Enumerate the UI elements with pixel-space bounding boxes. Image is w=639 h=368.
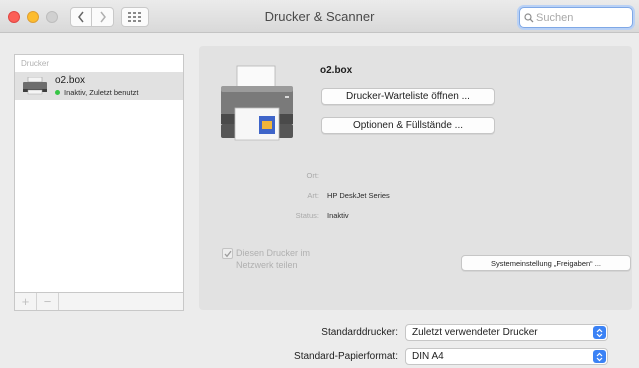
options-supplies-button[interactable]: Optionen & Füllstände ... [321, 117, 495, 134]
checkmark-icon [224, 250, 232, 257]
default-printer-label: Standarddrucker: [321, 327, 398, 338]
default-printer-select[interactable]: Zuletzt verwendeter Drucker [405, 324, 608, 341]
search-field[interactable] [519, 7, 633, 28]
location-label: Ort: [306, 171, 320, 180]
updown-chevron-icon [593, 350, 606, 363]
paper-size-value: DIN A4 [412, 351, 444, 362]
kind-label: Art: [307, 191, 319, 200]
paper-size-label: Standard-Papierformat: [294, 351, 398, 362]
sharing-preferences-button[interactable]: Systemeinstellung „Freigaben“ ... [461, 255, 631, 271]
printer-list-footer: + − [14, 292, 184, 311]
add-printer-button[interactable]: + [15, 293, 37, 310]
kind-value: HP DeskJet Series [327, 191, 390, 200]
status-dot-icon [55, 90, 60, 95]
printer-status: Inaktiv, Zuletzt benutzt [55, 88, 138, 97]
search-icon [524, 12, 534, 22]
printer-list: Drucker o2.box Inaktiv, Zuletzt benutzt [14, 54, 184, 311]
printer-title: o2.box [320, 65, 353, 76]
share-printer-label: Diesen Drucker im Netzwerk teilen [236, 248, 311, 270]
default-printer-value: Zuletzt verwendeter Drucker [412, 327, 538, 338]
search-input[interactable] [536, 11, 632, 24]
open-print-queue-button[interactable]: Drucker-Warteliste öffnen ... [321, 88, 495, 105]
paper-size-select[interactable]: DIN A4 [405, 348, 608, 365]
remove-printer-button[interactable]: − [37, 293, 59, 310]
share-printer-checkbox[interactable] [222, 248, 233, 259]
printer-list-item[interactable]: o2.box Inaktiv, Zuletzt benutzt [15, 72, 183, 100]
printer-icon [23, 77, 47, 95]
printer-details-panel: o2.box Drucker-Warteliste öffnen ... Opt… [199, 46, 632, 310]
printer-status-text: Inaktiv, Zuletzt benutzt [64, 88, 139, 97]
status-value: Inaktiv [327, 211, 349, 220]
printer-list-header: Drucker [21, 59, 50, 68]
printer-name: o2.box [55, 75, 86, 86]
status-label: Status: [295, 211, 319, 220]
title-bar: Drucker & Scanner [0, 0, 639, 33]
updown-chevron-icon [593, 326, 606, 339]
printer-large-icon [221, 65, 293, 141]
